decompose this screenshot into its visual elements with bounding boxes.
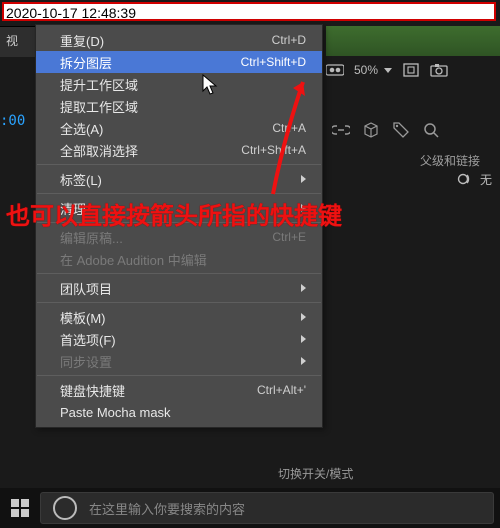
timestamp-overlay: 2020-10-17 12:48:39 (2, 2, 496, 21)
search-placeholder-text: 在这里输入你要搜索的内容 (89, 499, 245, 518)
menu-item-label: 提取工作区域 (60, 97, 138, 116)
menu-item[interactable]: 全选(A) Ctrl+A (36, 117, 322, 139)
switches-modes-label[interactable]: 切换开关/模式 (278, 465, 353, 482)
preview-toolbar: 50% (326, 56, 500, 84)
preview-panel-bg (326, 26, 500, 56)
link-icon[interactable] (332, 121, 350, 139)
mask-icon[interactable] (326, 61, 344, 79)
menu-item[interactable]: 全部取消选择 Ctrl+Shift+A (36, 139, 322, 161)
menu-separator (37, 193, 321, 194)
tag-icon[interactable] (392, 121, 410, 139)
menu-item-shortcut: Ctrl+D (272, 33, 306, 47)
cortana-icon (53, 496, 77, 520)
menu-item-shortcut: Ctrl+E (272, 230, 306, 244)
menu-item[interactable]: 团队项目 (36, 277, 322, 299)
menu-item[interactable]: 首选项(F) (36, 328, 322, 350)
layer-parent-row: 无 (454, 170, 492, 188)
annotation-text: 也可以直接按箭头所指的快捷键 (6, 196, 342, 231)
pickwhip-icon[interactable] (454, 170, 472, 188)
menu-item-shortcut: Ctrl+Alt+' (257, 383, 306, 397)
cube-icon[interactable] (362, 121, 380, 139)
menu-item-label: 首选项(F) (60, 330, 116, 349)
menu-item-label: 模板(M) (60, 308, 106, 327)
panel-tab-label[interactable]: 视 (6, 32, 18, 49)
menu-item-shortcut: Ctrl+A (272, 121, 306, 135)
menu-item-label: 全选(A) (60, 119, 103, 138)
current-time[interactable]: :00 (0, 114, 25, 128)
menu-item[interactable]: 键盘快捷键 Ctrl+Alt+' (36, 379, 322, 401)
menu-item[interactable]: Paste Mocha mask (36, 401, 322, 423)
menu-item-label: 团队项目 (60, 279, 112, 298)
windows-taskbar: 在这里输入你要搜索的内容 (0, 488, 500, 528)
menu-item-shortcut: Ctrl+Shift+D (241, 55, 306, 69)
menu-item-label: 全部取消选择 (60, 141, 138, 160)
menu-item[interactable]: 提取工作区域 (36, 95, 322, 117)
menu-separator (37, 375, 321, 376)
menu-item[interactable]: 重复(D) Ctrl+D (36, 29, 322, 51)
menu-item-label: 在 Adobe Audition 中编辑 (60, 250, 207, 269)
menu-item[interactable]: 标签(L) (36, 168, 322, 190)
bounds-icon[interactable] (402, 61, 420, 79)
menu-item: 在 Adobe Audition 中编辑 (36, 248, 322, 270)
search-icon[interactable] (422, 121, 440, 139)
menu-item-label: 重复(D) (60, 31, 104, 50)
start-button[interactable] (0, 488, 40, 528)
menu-item-label: 同步设置 (60, 352, 112, 371)
timeline-icon-row (326, 118, 498, 142)
menu-item[interactable]: 模板(M) (36, 306, 322, 328)
zoom-dropdown[interactable]: 50% (354, 63, 392, 77)
menu-separator (37, 302, 321, 303)
menu-item-label: 键盘快捷键 (60, 381, 125, 400)
menu-item: 同步设置 (36, 350, 322, 372)
menu-separator (37, 164, 321, 165)
menu-item[interactable]: 提升工作区域 (36, 73, 322, 95)
menu-item[interactable]: 拆分图层 Ctrl+Shift+D (36, 51, 322, 73)
parent-none-label[interactable]: 无 (480, 171, 492, 188)
camera-icon[interactable] (430, 61, 448, 79)
menu-item-label: 标签(L) (60, 170, 102, 189)
column-parent-link: 父级和链接 (420, 152, 480, 169)
zoom-value: 50% (354, 63, 378, 77)
menu-item-label: 拆分图层 (60, 53, 112, 72)
menu-separator (37, 273, 321, 274)
menu-item-label: Paste Mocha mask (60, 405, 171, 420)
menu-item-label: 提升工作区域 (60, 75, 138, 94)
menu-item-shortcut: Ctrl+Shift+A (241, 143, 306, 157)
taskbar-search[interactable]: 在这里输入你要搜索的内容 (40, 492, 494, 524)
